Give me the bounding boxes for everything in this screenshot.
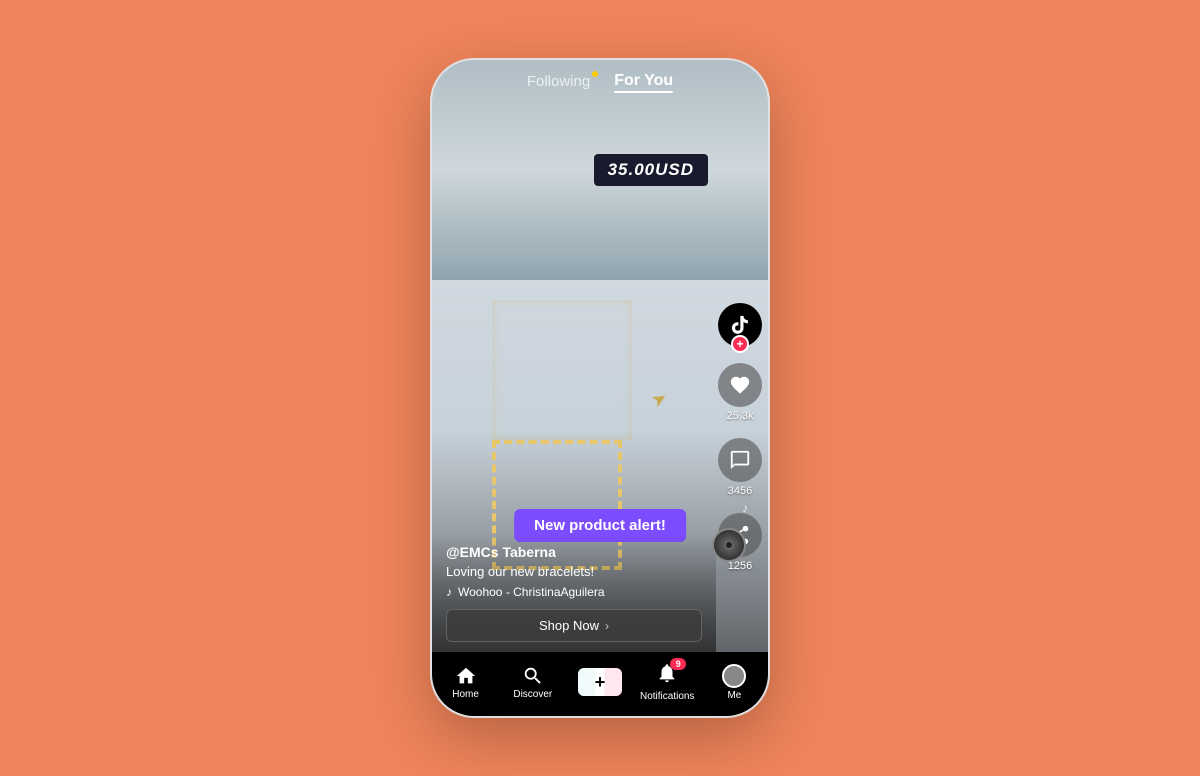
music-note-icon: ♪ bbox=[446, 585, 452, 599]
search-icon bbox=[522, 665, 544, 687]
like-icon-circle bbox=[718, 363, 762, 407]
music-row: ♪ Woohoo - ChristinaAguilera bbox=[446, 585, 702, 599]
heart-icon bbox=[729, 374, 751, 396]
nav-home[interactable]: Home bbox=[432, 665, 499, 700]
nav-following-label: Following bbox=[527, 73, 590, 90]
like-action[interactable]: 25.3k bbox=[718, 363, 762, 422]
music-note-float-icon: ♪ bbox=[742, 501, 748, 515]
like-count: 25.3k bbox=[727, 410, 754, 422]
comment-icon bbox=[729, 449, 751, 471]
nav-me[interactable]: Me bbox=[701, 664, 768, 701]
phone-shell: Following For You 35.00USD ➤ New product… bbox=[430, 58, 770, 718]
nav-me-label: Me bbox=[727, 690, 741, 701]
spinning-disc bbox=[712, 528, 746, 562]
caption: Loving our new bracelets! bbox=[446, 564, 702, 579]
nav-foryou-label: For You bbox=[614, 72, 673, 89]
arrow-charm: ➤ bbox=[648, 387, 672, 413]
tiktok-logo-icon bbox=[729, 314, 751, 336]
disc-inner bbox=[724, 540, 734, 550]
nav-add-plus-icon: + bbox=[595, 672, 606, 693]
nav-following-container[interactable]: Following bbox=[527, 73, 590, 91]
music-notes-float: ♪ bbox=[742, 499, 748, 517]
comment-action[interactable]: 3456 bbox=[718, 438, 762, 497]
shop-chevron-icon: › bbox=[605, 619, 609, 633]
bracelet-image: ➤ bbox=[492, 300, 672, 400]
home-icon bbox=[455, 665, 477, 687]
avatar-plus-btn[interactable]: + bbox=[731, 335, 749, 353]
comment-count: 3456 bbox=[728, 485, 752, 497]
music-name: Woohoo - ChristinaAguilera bbox=[458, 585, 605, 599]
nav-dot bbox=[592, 71, 598, 77]
nav-underline bbox=[614, 91, 673, 93]
price-tag[interactable]: 35.00USD bbox=[594, 154, 708, 186]
shop-now-button[interactable]: Shop Now › bbox=[446, 609, 702, 642]
nav-avatar bbox=[722, 664, 746, 688]
nav-home-label: Home bbox=[452, 689, 479, 700]
comment-icon-circle bbox=[718, 438, 762, 482]
avatar-circle: + bbox=[718, 303, 762, 347]
video-area: Following For You 35.00USD ➤ New product… bbox=[432, 60, 768, 652]
nav-notifications[interactable]: 9 Notifications bbox=[634, 662, 701, 702]
bottom-nav: Home Discover + 9 Notifications Me bbox=[432, 652, 768, 716]
nav-discover[interactable]: Discover bbox=[499, 665, 566, 700]
nav-notifications-label: Notifications bbox=[640, 691, 694, 702]
bracelet-ring-1 bbox=[492, 300, 632, 440]
username[interactable]: @EMCs Taberna bbox=[446, 544, 702, 560]
nav-add[interactable]: + bbox=[566, 668, 633, 696]
nav-add-btn[interactable]: + bbox=[578, 668, 622, 696]
top-nav: Following For You bbox=[432, 60, 768, 104]
video-overlay: @EMCs Taberna Loving our new bracelets! … bbox=[432, 534, 716, 652]
nav-foryou-container[interactable]: For You bbox=[614, 72, 673, 93]
shop-now-label: Shop Now bbox=[539, 618, 599, 633]
notifications-badge: 9 bbox=[670, 658, 686, 670]
nav-discover-label: Discover bbox=[513, 689, 552, 700]
avatar-action[interactable]: + bbox=[718, 303, 762, 347]
